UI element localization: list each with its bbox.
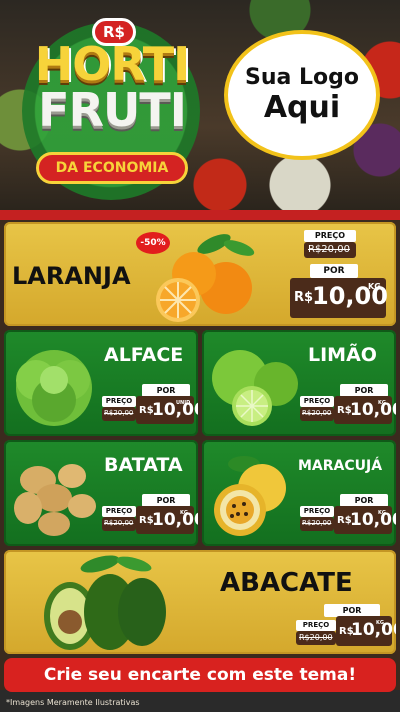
product-card-abacate: ABACATE POR PREÇO R$20,00 R$ 10,00 KG xyxy=(4,550,396,654)
old-price: R$20,00 xyxy=(299,633,333,642)
unit-label: KG xyxy=(368,282,381,291)
product-name: ABACATE xyxy=(220,568,353,598)
unit-label: KG xyxy=(180,510,188,516)
old-price-box: R$20,00 xyxy=(296,631,336,645)
product-card-alface: ALFACE POR PREÇO R$20,00 R$ 10,00 UNID xyxy=(4,330,198,436)
header-banner: R$ HORTI FRUTI DA ECONOMIA Sua Logo Aqui xyxy=(0,0,400,212)
old-price: R$20,00 xyxy=(302,409,332,417)
featured-card-laranja: LARANJA R$ 10,00 KG PREÇO R$20,00 POR xyxy=(4,222,396,326)
old-price-box: R$20,00 xyxy=(300,517,334,531)
old-price: R$20,00 xyxy=(104,519,134,527)
unit-label: UNID xyxy=(176,400,191,406)
old-price-box: R$20,00 xyxy=(300,407,334,421)
unit-label: KG xyxy=(378,400,386,406)
title-horti: HORTI xyxy=(34,37,190,91)
subtitle-economia: DA ECONOMIA xyxy=(36,152,188,184)
product-card-limao: LIMÃO POR PREÇO R$20,00 R$ 10,00 KG xyxy=(202,330,396,436)
product-name: ALFACE xyxy=(104,344,184,366)
logo-placeholder[interactable]: Sua Logo Aqui xyxy=(224,30,380,160)
logo-line-1: Sua Logo xyxy=(244,65,359,90)
new-price: 10,00 xyxy=(152,400,198,420)
price-box: R$ 10,00 KG xyxy=(290,278,388,318)
lettuce-icon xyxy=(16,350,92,426)
passion-fruit-icon xyxy=(214,456,286,536)
old-price-box: R$20,00 xyxy=(102,517,136,531)
cta-button[interactable]: Crie seu encarte com este tema! xyxy=(4,658,396,692)
old-price-box: R$20,00 xyxy=(304,242,356,258)
label-from: PREÇO xyxy=(296,620,336,631)
label-from: PREÇO xyxy=(300,506,334,517)
old-price: R$20,00 xyxy=(104,409,134,417)
new-price: 10,00 xyxy=(350,400,396,420)
avocado-icon xyxy=(44,555,166,650)
title-fruti: FRUTI xyxy=(38,83,187,137)
product-card-batata: BATATA POR PREÇO R$20,00 R$ 10,00 KG xyxy=(4,440,198,546)
disclaimer-text: *Imagens Meramente Ilustrativas xyxy=(6,698,140,707)
product-name: MARACUJÁ xyxy=(298,458,383,474)
product-name: LARANJA xyxy=(12,262,131,290)
product-card-maracuja: MARACUJÁ POR PREÇO R$20,00 R$ 10,00 KG xyxy=(202,440,396,546)
product-name: LIMÃO xyxy=(308,344,377,366)
old-price: R$20,00 xyxy=(302,519,332,527)
label-from: PREÇO xyxy=(102,506,136,517)
product-name: BATATA xyxy=(104,454,183,476)
new-price: 10,00 xyxy=(350,510,396,530)
old-price-box: R$20,00 xyxy=(102,407,136,421)
unit-label: KG xyxy=(376,620,384,626)
label-from: PREÇO xyxy=(102,396,136,407)
new-price: 10,00 xyxy=(152,510,198,530)
label-from: PREÇO xyxy=(304,230,356,242)
new-price: 10,00 xyxy=(351,620,396,640)
label-to: POR xyxy=(310,264,358,278)
old-price: R$20,00 xyxy=(308,244,350,255)
unit-label: KG xyxy=(378,510,386,516)
discount-badge: -50% xyxy=(136,232,170,254)
currency-symbol: R$ xyxy=(294,290,314,305)
potato-icon xyxy=(14,464,96,536)
lime-icon xyxy=(212,350,298,426)
divider-stripe xyxy=(0,210,400,220)
logo-line-2: Aqui xyxy=(263,90,341,125)
label-from: PREÇO xyxy=(300,396,334,407)
